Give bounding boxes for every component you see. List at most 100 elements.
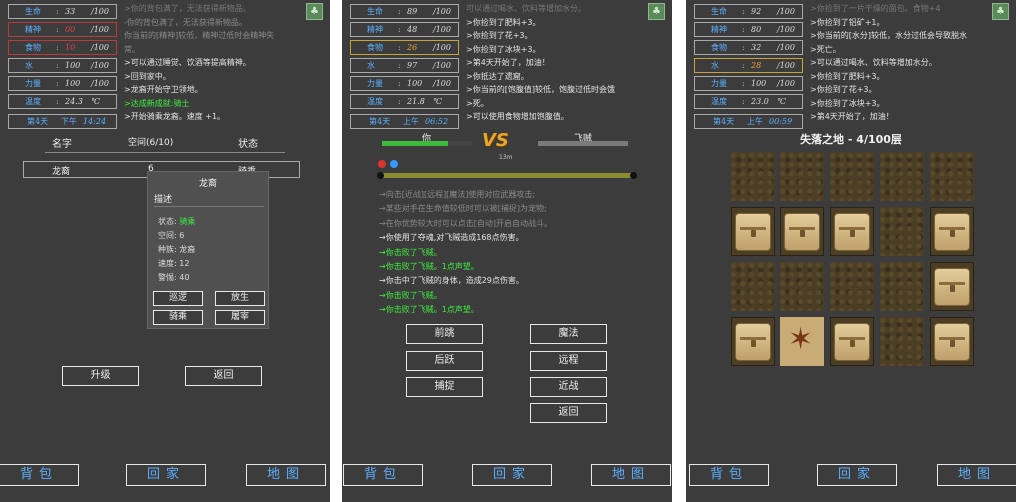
stat-sep: : (742, 97, 745, 106)
chest-icon (934, 323, 970, 361)
vs-emblem: VS (482, 130, 509, 151)
col-state: 状态 (238, 139, 258, 150)
map-button[interactable]: 地图 (591, 464, 671, 486)
chest-tile[interactable] (830, 207, 874, 256)
dirt-tile[interactable] (780, 262, 824, 311)
leap-back-button[interactable]: 后跃 (406, 351, 483, 371)
pet-popup: 龙裔 描述 状态: 骑乘 空间: 6 种族: 龙裔 速度: 12 警惕: 40 … (147, 171, 269, 329)
combat-line: →你击中了飞贼的身体，造成29点伤害。 (379, 276, 524, 286)
combat-line: →你击败了飞贼。1点声望。 (379, 305, 479, 315)
stat-value: 23.0 (751, 97, 769, 106)
stat-value: 24.3 (65, 97, 83, 106)
bag-button[interactable]: 背包 (343, 464, 423, 486)
stat-sep: : (56, 25, 59, 34)
chest-tile[interactable] (731, 317, 775, 366)
stat-sep: : (398, 7, 401, 16)
stat-label: 温度 (25, 97, 41, 106)
stat-value: 32 (751, 43, 762, 52)
melee-button[interactable]: 近战 (530, 377, 607, 397)
patrol-button[interactable]: 巡逻 (153, 291, 203, 306)
str-stat: 力量:100/100 (350, 76, 459, 91)
stat-value: 48 (407, 25, 418, 34)
stat-label: 水 (367, 61, 375, 70)
log-line: >你捡到了铝矿+1。 (810, 17, 885, 27)
message-log: 可以通过喝水、饮料等增加水分。 >你捡到了肥料+3。 >你捡到了花+3。 >你捡… (466, 2, 666, 124)
combat-line: →你击败了飞贼。 (379, 290, 442, 300)
home-button[interactable]: 回家 (817, 464, 897, 486)
stat-label: 力量 (25, 79, 41, 88)
dirt-tile[interactable] (830, 152, 874, 201)
track-start-icon (377, 172, 384, 179)
dirt-tile[interactable] (880, 317, 924, 366)
stat-sep: : (742, 7, 745, 16)
leap-forward-button[interactable]: 前跳 (406, 324, 483, 344)
fresh-stat: 精神:80/100 (694, 22, 803, 37)
day-label: 第4天 (27, 117, 49, 126)
stat-label: 水 (711, 61, 719, 70)
magic-button[interactable]: 魔法 (530, 324, 607, 344)
time-stat: 第4天 下午 14:24 (8, 114, 117, 129)
capture-button[interactable]: 捕捉 (406, 377, 483, 397)
log-line: >死亡。 (810, 44, 841, 54)
gear-icon[interactable]: ♣ (648, 3, 665, 20)
dirt-tile[interactable] (731, 262, 775, 311)
distance-track (380, 173, 634, 178)
stat-value: 26 (407, 43, 418, 52)
ranged-button[interactable]: 远程 (530, 351, 607, 371)
home-button[interactable]: 回家 (126, 464, 206, 486)
time-of-day: 上午 (403, 117, 419, 126)
food-stat: 食物:32/100 (694, 40, 803, 55)
dirt-tile[interactable] (880, 262, 924, 311)
dirt-tile[interactable] (930, 152, 974, 201)
chest-tile[interactable] (930, 262, 974, 311)
dirt-tile[interactable] (731, 152, 775, 201)
temp-stat: 温度:21.8 ℃ (350, 94, 459, 109)
stat-value: 100 (751, 79, 767, 88)
temp-stat: 温度:24.3 ℃ (8, 94, 117, 109)
dirt-tile[interactable] (830, 262, 874, 311)
release-button[interactable]: 放生 (215, 291, 265, 306)
chest-tile[interactable] (830, 317, 874, 366)
gear-icon[interactable]: ♣ (992, 3, 1009, 20)
gear-icon[interactable]: ♣ (306, 3, 323, 20)
attr-value: 12 (179, 259, 190, 268)
attr-key: 警惕: (158, 273, 177, 282)
chest-tile[interactable] (780, 207, 824, 256)
stat-label: 温度 (367, 97, 383, 106)
stat-unit: ℃ (433, 97, 442, 106)
chest-tile[interactable] (731, 207, 775, 256)
map-button[interactable]: 地图 (937, 464, 1016, 486)
stat-value: 28 (751, 61, 762, 70)
combat-line: →你使用了夺魂,对飞贼造成168点伤害。 (379, 233, 524, 243)
back-button[interactable]: 返回 (530, 403, 607, 423)
upgrade-button[interactable]: 升级 (62, 366, 139, 386)
log-line: >你捡到了一片干燥的面包。食物+4 (810, 4, 941, 13)
dirt-tile[interactable] (780, 152, 824, 201)
ride-button[interactable]: 骑乘 (153, 310, 203, 325)
pet-marker-icon (390, 160, 398, 168)
combat-log: →向击[近战][远程][魔法]使用对应武器攻击; →某些对手在生命值较低时可以被… (379, 188, 579, 318)
bag-button[interactable]: 背包 (689, 464, 769, 486)
attr-value: 龙裔 (179, 245, 196, 254)
fresh-stat: 精神:48/100 (350, 22, 459, 37)
back-button[interactable]: 返回 (185, 366, 262, 386)
attr-key: 种族: (158, 245, 177, 254)
clock: 06:52 (425, 117, 449, 126)
bag-button[interactable]: 背包 (0, 464, 79, 486)
message-log: >你捡到了一片干燥的面包。食物+4 >你捡到了铝矿+1。 >你当前的[水分]较低… (810, 2, 1010, 124)
stat-max: /100 (433, 7, 451, 16)
chest-tile[interactable] (930, 207, 974, 256)
log-line: >开始骑乘龙裔。速度 +1。 (124, 112, 226, 121)
stat-max: /100 (777, 43, 795, 52)
stat-max: /100 (91, 79, 109, 88)
trap-tile[interactable]: ✶ (780, 317, 824, 366)
slaughter-button[interactable]: 屠宰 (215, 310, 265, 325)
map-button[interactable]: 地图 (246, 464, 326, 486)
stat-value: 10 (65, 43, 76, 52)
stat-sep: : (398, 79, 401, 88)
chest-tile[interactable] (930, 317, 974, 366)
dirt-tile[interactable] (880, 152, 924, 201)
stat-max: /100 (777, 25, 795, 34)
home-button[interactable]: 回家 (472, 464, 552, 486)
dirt-tile[interactable] (880, 207, 924, 256)
